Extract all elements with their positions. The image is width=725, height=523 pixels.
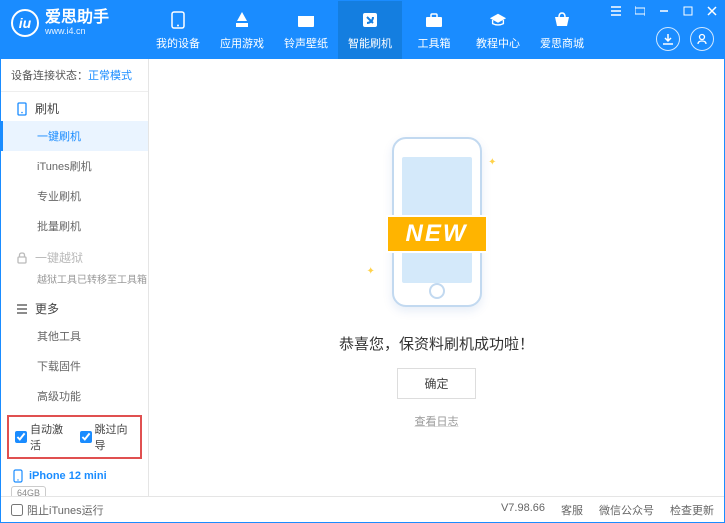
- download-icon[interactable]: [656, 27, 680, 51]
- section-jailbreak: 一键越狱: [1, 241, 148, 270]
- wallpaper-icon: [297, 11, 315, 29]
- main-area: ✦ ✦ ✦ NEW 恭喜您，保资料刷机成功啦！ 确定 查看日志: [149, 59, 724, 496]
- graduation-icon: [489, 11, 507, 29]
- success-illustration: ✦ ✦ ✦ NEW: [337, 127, 537, 317]
- sidebar-item-pro[interactable]: 专业刷机: [1, 181, 148, 211]
- nav-my-device[interactable]: 我的设备: [146, 1, 210, 59]
- sidebar-item-batch[interactable]: 批量刷机: [1, 211, 148, 241]
- nav-ringtones[interactable]: 铃声壁纸: [274, 1, 338, 59]
- menu-icon[interactable]: [604, 1, 628, 21]
- check-auto-activate[interactable]: 自动激活: [15, 421, 70, 453]
- sidebar-item-itunes[interactable]: iTunes刷机: [1, 151, 148, 181]
- user-icon[interactable]: [690, 27, 714, 51]
- app-name: 爱思助手: [45, 9, 109, 26]
- sidebar-item-advanced[interactable]: 高级功能: [1, 381, 148, 411]
- section-flash[interactable]: 刷机: [1, 92, 148, 121]
- check-skip-guide[interactable]: 跳过向导: [80, 421, 135, 453]
- status-right: V7.98.66 客服 微信公众号 检查更新: [501, 502, 714, 518]
- apps-icon: [233, 11, 251, 29]
- sidebar-item-download-fw[interactable]: 下载固件: [1, 351, 148, 381]
- app-logo-icon: iu: [11, 9, 39, 37]
- device-block[interactable]: iPhone 12 mini 64GB Down-12mini-13,1: [1, 463, 148, 496]
- statusbar: 阻止iTunes运行 V7.98.66 客服 微信公众号 检查更新: [1, 496, 724, 522]
- connection-status: 设备连接状态：正常模式: [1, 59, 148, 92]
- phone-icon: [169, 11, 187, 29]
- sidebar-item-oneclick[interactable]: 一键刷机: [1, 121, 148, 151]
- device-name: iPhone 12 mini: [11, 469, 138, 483]
- nav-tutorials[interactable]: 教程中心: [466, 1, 530, 59]
- lock-section-icon: [15, 251, 29, 265]
- titlebar: iu 爱思助手 www.i4.cn 我的设备 应用游戏 铃声壁纸 智能刷机: [1, 1, 724, 59]
- close-icon[interactable]: [700, 1, 724, 21]
- header-right-buttons: [656, 27, 714, 51]
- window-controls: [604, 1, 724, 21]
- lock-icon[interactable]: [628, 1, 652, 21]
- store-icon: [553, 11, 571, 29]
- section-more[interactable]: 更多: [1, 292, 148, 321]
- status-service[interactable]: 客服: [561, 502, 583, 518]
- status-wechat[interactable]: 微信公众号: [599, 502, 654, 518]
- check-block-itunes[interactable]: 阻止iTunes运行: [11, 502, 104, 518]
- flash-icon: [361, 11, 379, 29]
- sidebar: 设备连接状态：正常模式 刷机 一键刷机 iTunes刷机 专业刷机 批量刷机 一…: [1, 59, 149, 496]
- minimize-icon[interactable]: [652, 1, 676, 21]
- content: 设备连接状态：正常模式 刷机 一键刷机 iTunes刷机 专业刷机 批量刷机 一…: [1, 59, 724, 496]
- toolbox-icon: [425, 11, 443, 29]
- new-banner: NEW: [386, 215, 488, 253]
- logo-area: iu 爱思助手 www.i4.cn: [11, 1, 146, 37]
- more-section-icon: [15, 302, 29, 316]
- flash-section-icon: [15, 102, 29, 116]
- maximize-icon[interactable]: [676, 1, 700, 21]
- nav-apps-games[interactable]: 应用游戏: [210, 1, 274, 59]
- nav-toolbox[interactable]: 工具箱: [402, 1, 466, 59]
- app-window: iu 爱思助手 www.i4.cn 我的设备 应用游戏 铃声壁纸 智能刷机: [0, 0, 725, 523]
- nav-store[interactable]: 爱思商城: [530, 1, 594, 59]
- status-update[interactable]: 检查更新: [670, 502, 714, 518]
- device-storage: 64GB: [11, 486, 46, 496]
- success-message: 恭喜您，保资料刷机成功啦！: [339, 333, 534, 354]
- sidebar-item-other[interactable]: 其他工具: [1, 321, 148, 351]
- version-label: V7.98.66: [501, 502, 545, 518]
- jailbreak-note: 越狱工具已转移至工具箱: [1, 270, 148, 292]
- device-phone-icon: [11, 469, 25, 483]
- nav-smart-flash[interactable]: 智能刷机: [338, 1, 402, 59]
- view-log-link[interactable]: 查看日志: [415, 413, 459, 429]
- app-url: www.i4.cn: [45, 26, 109, 36]
- checkbox-group-highlight: 自动激活 跳过向导: [7, 415, 142, 459]
- confirm-button[interactable]: 确定: [397, 368, 475, 399]
